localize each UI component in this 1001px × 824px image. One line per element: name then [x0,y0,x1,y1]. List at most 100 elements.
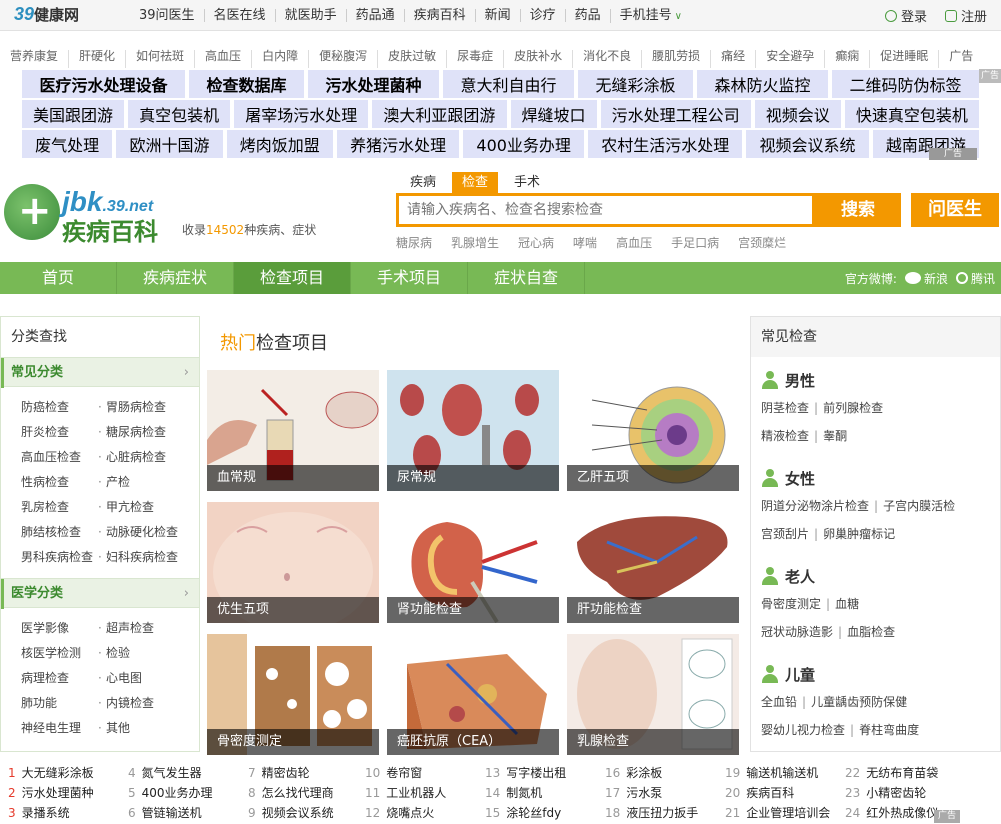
bottom-link[interactable]: 19 输送机输送机 [725,764,818,781]
category-item[interactable]: 肺功能 [21,691,106,716]
category-item[interactable]: 心脏病检查 [98,445,191,470]
search-button[interactable]: 搜索 [815,193,901,227]
bottom-link[interactable]: 12 烧嘴点火 [365,804,434,821]
ad-cell[interactable]: 农村生活污水处理 [588,130,743,158]
medical-category-header[interactable]: 医学分类 › [1,578,199,609]
exam-tile-urine-routine[interactable]: 尿常规 [387,370,559,491]
exam-link[interactable]: 冠状动脉造影 [761,625,833,639]
search-tab-exam[interactable]: 检查 [452,172,499,193]
top-nav-famous-doctor[interactable]: 名医在线 [203,9,275,22]
ad-cell[interactable]: 养猪污水处理 [336,130,460,158]
category-item[interactable]: 糖尿病检查 [98,420,191,445]
ad-cell[interactable]: 400业务办理 [463,130,585,158]
hot-word[interactable]: 乳腺增生 [451,234,499,251]
exam-link[interactable]: 精液检查 [761,429,809,443]
tencent-weibo-link[interactable]: 腾讯 [955,270,995,287]
exam-link[interactable]: 血糖 [835,597,859,611]
category-item[interactable]: 心电图 [98,666,191,691]
exam-tile-bone-density[interactable]: 骨密度测定 [207,634,379,755]
exam-link[interactable]: 阴道分泌物涂片检查 [761,499,869,513]
bottom-link[interactable]: 20 疾病百科 [725,784,794,801]
category-item[interactable]: 胃肠病检查 [98,395,191,420]
nav-symptom-check[interactable]: 症状自查 [468,262,585,294]
exam-link[interactable]: 全血铅 [761,695,797,709]
ad-keyword[interactable]: 皮肤过敏 [377,50,446,68]
ad-cell[interactable]: 屠宰场污水处理 [234,100,369,128]
exam-tile-eugenics[interactable]: 优生五项 [207,502,379,623]
hot-word[interactable]: 高血压 [616,234,652,251]
ad-cell[interactable]: 森林防火监控 [697,70,828,98]
bottom-link[interactable]: 3 录播系统 [8,804,70,821]
category-item[interactable]: 妇科疾病检查 [98,545,191,570]
exam-tile-breast[interactable]: 乳腺检查 [567,634,739,755]
top-nav-medicine[interactable]: 药品 [564,9,610,22]
category-item[interactable]: 核医学检测 [21,641,106,666]
category-item[interactable]: 男科疾病检查 [21,545,106,570]
category-item[interactable]: 防癌检查 [21,395,106,420]
bottom-link[interactable]: 15 涂轮丝fdy [485,804,561,821]
ad-keyword[interactable]: 尿毒症 [446,50,503,68]
login-link[interactable]: 登录 [884,6,927,25]
bottom-link[interactable]: 4 氮气发生器 [128,764,202,781]
brand-logo[interactable]: jbk.39.net 疾病百科 收录14502种疾病、症状 [4,178,384,248]
category-item[interactable]: 性病检查 [21,470,106,495]
category-item[interactable]: 动脉硬化检查 [98,520,191,545]
exam-tile-hepatitis-b[interactable]: 乙肝五项 [567,370,739,491]
ad-keyword[interactable]: 腰肌劳损 [641,50,710,68]
ad-keyword[interactable]: 痛经 [710,50,755,68]
bottom-link[interactable]: 17 污水泵 [605,784,662,801]
category-item[interactable]: 神经电生理 [21,716,106,741]
category-item[interactable]: 肝炎检查 [21,420,106,445]
search-input[interactable] [399,196,812,224]
hot-word[interactable]: 宫颈糜烂 [738,234,786,251]
bottom-link[interactable]: 14 制氮机 [485,784,542,801]
exam-link[interactable]: 卵巢肿瘤标记 [823,527,895,541]
ad-keyword[interactable]: 如何祛斑 [125,50,194,68]
nav-home[interactable]: 首页 [0,262,117,294]
hot-word[interactable]: 哮喘 [573,234,597,251]
ad-keyword[interactable]: 高血压 [194,50,251,68]
bottom-link[interactable]: 21 企业管理培训会 [725,804,830,821]
hot-word[interactable]: 手足口病 [671,234,719,251]
category-item[interactable]: 检验 [98,641,191,666]
category-item[interactable]: 内镜检查 [98,691,191,716]
category-item[interactable]: 医学影像 [21,616,106,641]
bottom-link[interactable]: 1 大无缝彩涂板 [8,764,94,781]
ad-keyword[interactable]: 消化不良 [572,50,641,68]
ad-cell[interactable]: 澳大利亚跟团游 [372,100,507,128]
category-item[interactable]: 超声检查 [98,616,191,641]
exam-link[interactable]: 睾酮 [823,429,847,443]
register-link[interactable]: 注册 [944,6,987,25]
category-item[interactable]: 病理检查 [21,666,106,691]
exam-link[interactable]: 脊柱弯曲度 [859,723,919,737]
ad-cell[interactable]: 快速真空包装机 [844,100,979,128]
ad-cell[interactable]: 视频会议 [754,100,841,128]
exam-link[interactable]: 婴幼儿视力检查 [761,723,845,737]
bottom-link[interactable]: 10 卷帘窗 [365,764,422,781]
sina-weibo-link[interactable]: 新浪 [904,270,948,287]
exam-link[interactable]: 血脂检查 [847,625,895,639]
nav-disease-symptom[interactable]: 疾病症状 [117,262,234,294]
ad-keyword[interactable]: 促进睡眠 [869,50,938,68]
exam-tile-liver-function[interactable]: 肝功能检查 [567,502,739,623]
category-item[interactable]: 其他 [98,716,191,741]
top-nav-disease-wiki[interactable]: 疾病百科 [403,9,475,22]
ad-cell[interactable]: 真空包装机 [128,100,231,128]
category-item[interactable]: 甲亢检查 [98,495,191,520]
search-tab-surgery[interactable]: 手术 [504,172,550,193]
ad-keyword[interactable]: 皮肤补水 [503,50,572,68]
category-item[interactable]: 产检 [98,470,191,495]
bottom-link[interactable]: 22 无纺布育苗袋 [845,764,938,781]
bottom-link[interactable]: 24 红外热成像仪 [845,804,938,821]
bottom-link[interactable]: 8 怎么找代理商 [248,784,334,801]
hot-word[interactable]: 糖尿病 [396,234,432,251]
category-item[interactable]: 乳房检查 [21,495,106,520]
ad-cell[interactable]: 美国跟团游 [22,100,125,128]
bottom-link[interactable]: 5 400业务办理 [128,784,213,801]
hot-word[interactable]: 冠心病 [518,234,554,251]
site-logo[interactable]: 39健康网 [14,4,79,26]
exam-link[interactable]: 阴茎检查 [761,401,809,415]
category-item[interactable]: 肺结核检查 [21,520,106,545]
ad-cell[interactable]: 检查数据库 [189,70,304,98]
exam-tile-cea[interactable]: 癌胚抗原（CEA） [387,634,559,755]
